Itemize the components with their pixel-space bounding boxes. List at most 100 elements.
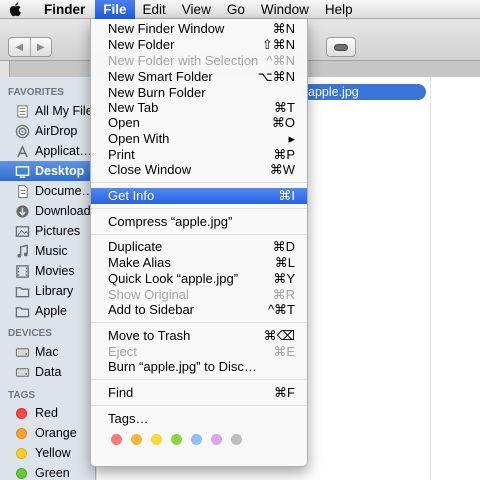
menu-item-print[interactable]: Print ⌘P: [91, 147, 307, 163]
forward-arrow-icon: ▶: [36, 41, 45, 53]
menu-item-duplicate[interactable]: Duplicate ⌘D: [91, 239, 307, 255]
menu-item-new-smart-folder[interactable]: New Smart Folder ⌥⌘N: [91, 69, 307, 85]
sidebar-item-label: Data: [35, 365, 62, 379]
menu-file[interactable]: File: [95, 0, 135, 19]
green-tag-dot-icon: [16, 467, 27, 479]
sidebar-item-desktop[interactable]: Desktop: [0, 161, 96, 181]
sidebar-item-library[interactable]: Library: [0, 281, 96, 301]
menu-tag-color-dot-5[interactable]: [191, 434, 202, 445]
menu-item-label: Make Alias: [108, 255, 171, 270]
menu-item-add-to-sidebar[interactable]: Add to Sidebar ^⌘T: [91, 302, 307, 318]
forward-button[interactable]: ▶: [29, 38, 52, 56]
tag-button[interactable]: [326, 37, 356, 57]
music-note-icon: [14, 243, 30, 259]
menu-item-shortcut: ⌘N: [272, 21, 295, 36]
menu-separator: [91, 379, 307, 380]
sidebar-item-apple[interactable]: Apple: [0, 301, 96, 321]
back-button[interactable]: ◀: [9, 38, 30, 56]
sidebar-devices-header: DEVICES: [8, 328, 52, 339]
menu-separator: [91, 208, 307, 209]
column-divider[interactable]: [430, 77, 431, 480]
sidebar-tag-red[interactable]: Red: [0, 403, 96, 423]
menu-item-shortcut: ⌘O: [271, 115, 295, 130]
menu-item-quick-look[interactable]: Quick Look “apple.jpg” ⌘Y: [91, 271, 307, 287]
menu-item-shortcut: ⌘P: [273, 147, 295, 162]
menu-item-shortcut: ⌘W: [269, 162, 295, 177]
sidebar-item-downloads[interactable]: Downloads: [0, 201, 96, 221]
sidebar-item-music[interactable]: Music: [0, 241, 96, 261]
menu-tag-color-dot-2[interactable]: [131, 434, 142, 445]
sidebar-item-all-my-files[interactable]: All My Files: [0, 101, 96, 121]
menu-item-label: Quick Look “apple.jpg”: [108, 271, 239, 286]
menu-item-label: New Folder with Selection: [108, 53, 259, 68]
menu-item-shortcut: ⇧⌘N: [261, 37, 295, 52]
menu-item-eject: Eject ⌘E: [91, 344, 307, 360]
menu-tag-color-dot-7[interactable]: [231, 434, 242, 445]
sidebar-item-pictures[interactable]: Pictures: [0, 221, 96, 241]
menu-tag-color-dot-6[interactable]: [211, 434, 222, 445]
sidebar-tag-green[interactable]: Green: [0, 463, 96, 480]
sidebar-tag-orange[interactable]: Orange: [0, 423, 96, 443]
menu-item-shortcut: ⌘R: [272, 287, 295, 302]
menu-item-close-window[interactable]: Close Window ⌘W: [91, 162, 307, 178]
tab[interactable]: [0, 61, 10, 78]
sidebar-favorites-header: FAVORITES: [8, 87, 64, 98]
sidebar-item-label: Docume…: [35, 184, 95, 198]
sidebar-item-documents[interactable]: Docume…: [0, 181, 96, 201]
menu-item-new-finder-window[interactable]: New Finder Window ⌘N: [91, 21, 307, 37]
menu-item-show-original: Show Original ⌘R: [91, 287, 307, 303]
sidebar-item-mac[interactable]: Mac: [0, 342, 96, 362]
sidebar-item-label: Desktop: [35, 164, 85, 178]
menu-item-label: Move to Trash: [108, 328, 191, 343]
menu-finder[interactable]: Finder: [30, 0, 95, 19]
applications-icon: [14, 143, 30, 159]
documents-icon: [14, 183, 30, 199]
menu-item-find[interactable]: Find ⌘F: [91, 385, 307, 401]
menu-item-new-burn-folder[interactable]: New Burn Folder: [91, 85, 307, 101]
menu-item-shortcut: ⌥⌘N: [257, 69, 295, 84]
menu-window[interactable]: Window: [253, 0, 317, 19]
menu-item-burn-to-disc[interactable]: Burn “apple.jpg” to Disc…: [91, 359, 307, 375]
menu-item-shortcut: ⌘D: [272, 239, 295, 254]
menu-item-shortcut: ^⌘N: [266, 53, 296, 68]
sidebar-tag-yellow[interactable]: Yellow: [0, 443, 96, 463]
menu-edit[interactable]: Edit: [135, 0, 174, 19]
menu-item-move-to-trash[interactable]: Move to Trash ⌘⌫: [91, 328, 307, 344]
menu-item-compress[interactable]: Compress “apple.jpg”: [91, 214, 307, 230]
menu-tag-color-dot-4[interactable]: [171, 434, 182, 445]
menu-item-label: New Finder Window: [108, 21, 225, 36]
menu-tag-color-dot-1[interactable]: [111, 434, 122, 445]
menu-item-label: Compress “apple.jpg”: [108, 214, 233, 229]
menu-item-open[interactable]: Open ⌘O: [91, 115, 307, 131]
menu-item-tags[interactable]: Tags…: [91, 411, 307, 427]
menu-view[interactable]: View: [174, 0, 219, 19]
sidebar-item-airdrop[interactable]: AirDrop: [0, 121, 96, 141]
selected-file-row[interactable]: apple.jpg: [302, 84, 426, 100]
sidebar-item-applications[interactable]: Applicat…: [0, 141, 96, 161]
sidebar-item-label: Music: [35, 244, 68, 258]
pictures-icon: [14, 223, 30, 239]
menu-item-new-tab[interactable]: New Tab ⌘T: [91, 100, 307, 116]
menu-item-open-with[interactable]: Open With ▸: [91, 131, 307, 147]
sidebar-item-label: AirDrop: [35, 124, 78, 138]
apple-menu[interactable]: [0, 0, 30, 19]
sidebar-item-label: All My Files: [35, 104, 96, 118]
red-tag-dot-icon: [16, 407, 27, 419]
menu-item-make-alias[interactable]: Make Alias ⌘L: [91, 255, 307, 271]
menu-go[interactable]: Go: [219, 0, 253, 19]
sidebar-item-label: Pictures: [35, 224, 81, 238]
menu-item-get-info[interactable]: Get Info ⌘I: [91, 188, 307, 204]
sidebar-item-label: Red: [35, 406, 58, 420]
sidebar-item-label: Applicat…: [35, 144, 92, 158]
file-menu-dropdown: New Finder Window ⌘N New Folder ⇧⌘N New Fo…: [90, 19, 308, 467]
menu-item-shortcut: ⌘E: [273, 344, 295, 359]
menu-help[interactable]: Help: [317, 0, 361, 19]
sidebar-item-movies[interactable]: Movies: [0, 261, 96, 281]
sidebar-item-data[interactable]: Data: [0, 362, 96, 382]
menu-item-label: Open: [108, 115, 140, 130]
menu-item-label: Burn “apple.jpg” to Disc…: [108, 359, 257, 374]
submenu-arrow-icon: ▸: [288, 131, 295, 146]
menu-tag-color-dot-3[interactable]: [151, 434, 162, 445]
menu-item-new-folder[interactable]: New Folder ⇧⌘N: [91, 37, 307, 53]
menu-item-label: Eject: [108, 344, 137, 359]
